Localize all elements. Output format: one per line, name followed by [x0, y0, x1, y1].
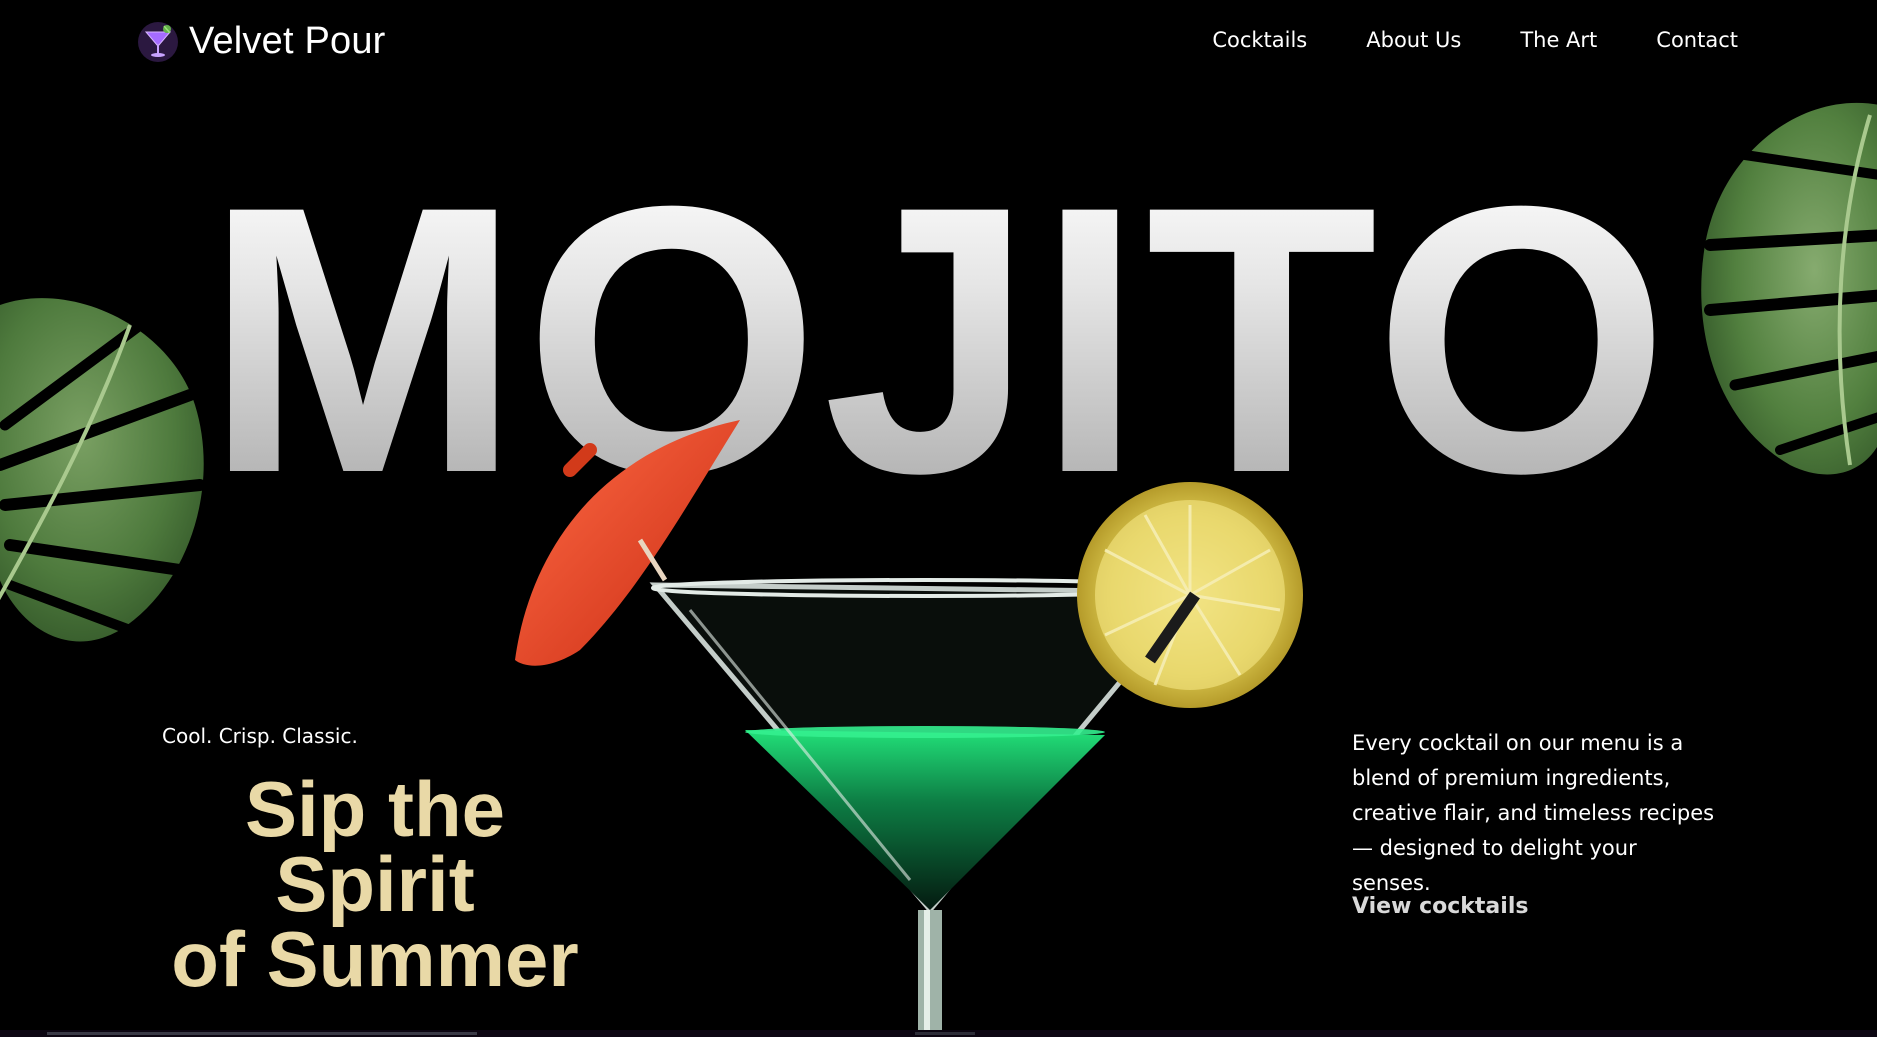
view-cocktails-link[interactable]: View cocktails: [1352, 894, 1528, 919]
nav-link-contact[interactable]: Contact: [1656, 28, 1738, 52]
scroll-indicator: [915, 1032, 975, 1035]
monstera-leaf-right-icon: [1701, 102, 1877, 475]
nav-link-about-us[interactable]: About Us: [1366, 28, 1461, 52]
cocktail-glass-icon: [138, 21, 178, 62]
scroll-progress-track: [47, 1032, 477, 1035]
monstera-leaf-left-icon: [0, 298, 206, 642]
martini-glass-illustration: [515, 420, 1303, 1037]
hero-headline: Sip the Spirit of Summer: [160, 770, 590, 998]
hero-tagline: Cool. Crisp. Classic.: [162, 724, 358, 748]
headline-line-2: of Summer: [171, 915, 579, 1003]
nav-link-the-art[interactable]: The Art: [1520, 28, 1597, 52]
nav-links: Cocktails About Us The Art Contact: [1212, 28, 1738, 52]
top-navbar: Velvet Pour Cocktails About Us The Art C…: [0, 0, 1877, 90]
brand-name: Velvet Pour: [189, 20, 386, 62]
hero-description: Every cocktail on our menu is a blend of…: [1352, 731, 1715, 895]
brand[interactable]: Velvet Pour: [137, 20, 386, 63]
nav-link-cocktails[interactable]: Cocktails: [1212, 28, 1307, 52]
headline-line-1: Sip the Spirit: [244, 765, 505, 928]
